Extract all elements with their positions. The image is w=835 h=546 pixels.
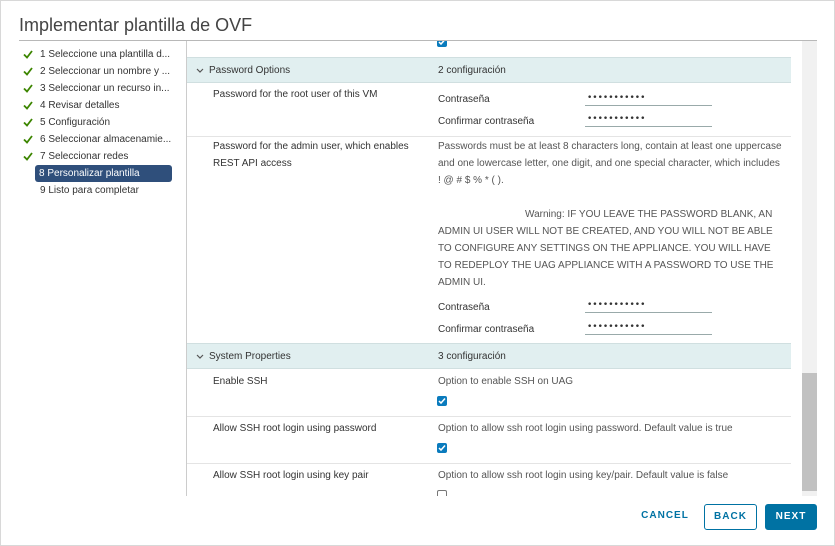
step-label: 7 Seleccionar redes xyxy=(40,151,129,162)
section-password-options[interactable]: Password Options 2 configuración xyxy=(187,57,791,83)
ssh-password-login-checkbox[interactable] xyxy=(437,443,447,453)
admin-password-field-label: Contraseña xyxy=(438,302,490,313)
admin-confirm-input[interactable]: ••••••••••• xyxy=(585,321,712,335)
step-2[interactable]: 2 Seleccionar un nombre y ... xyxy=(19,63,187,80)
chevron-down-icon xyxy=(196,58,206,95)
ssh-password-login-label: Allow SSH root login using password xyxy=(213,423,377,434)
ssh-keypair-login-desc: Option to allow ssh root login using key… xyxy=(438,470,729,481)
admin-password-rules: Passwords must be at least 8 characters … xyxy=(438,141,782,186)
section-title: Password Options xyxy=(209,65,291,76)
root-confirm-field-label: Confirmar contraseña xyxy=(438,116,535,127)
step-label: 9 Listo para completar xyxy=(40,185,139,196)
step-label: 1 Seleccione una plantilla d... xyxy=(40,49,171,60)
root-password-input[interactable]: ••••••••••• xyxy=(585,92,712,106)
root-password-label: Password for the root user of this VM xyxy=(213,89,378,100)
step-8-active[interactable]: 8 Personalizar plantilla xyxy=(35,165,172,182)
enable-ssh-checkbox[interactable] xyxy=(437,396,447,406)
step-9[interactable]: 9 Listo para completar xyxy=(19,182,187,199)
scrollbar-thumb[interactable] xyxy=(802,373,817,491)
checked-checkbox[interactable] xyxy=(437,41,447,47)
section-count: 2 configuración xyxy=(438,65,506,76)
admin-password-label: Password for the admin user, which enabl… xyxy=(213,141,409,169)
row-divider xyxy=(187,136,791,137)
check-icon xyxy=(23,148,35,165)
admin-password-warning: Warning: IF YOU LEAVE THE PASSWORD BLANK… xyxy=(438,209,774,288)
customize-template-panel: Password Options 2 configuración Passwor… xyxy=(187,41,791,496)
wizard-steps: 1 Seleccione una plantilla d... 2 Selecc… xyxy=(19,46,187,199)
dialog-title: Implementar plantilla de OVF xyxy=(19,15,253,35)
enable-ssh-desc: Option to enable SSH on UAG xyxy=(438,376,574,387)
check-icon xyxy=(23,80,35,97)
enable-ssh-label: Enable SSH xyxy=(213,376,268,387)
step-label: 4 Revisar detalles xyxy=(40,100,120,111)
step-4[interactable]: 4 Revisar detalles xyxy=(19,97,187,114)
section-system-properties[interactable]: System Properties 3 configuración xyxy=(187,343,791,369)
back-button[interactable]: BACK xyxy=(704,504,757,530)
section-count: 3 configuración xyxy=(438,351,506,362)
step-7[interactable]: 7 Seleccionar redes xyxy=(19,148,187,165)
row-divider xyxy=(187,416,791,417)
admin-password-input[interactable]: ••••••••••• xyxy=(585,299,712,313)
check-icon xyxy=(23,97,35,114)
step-label: 2 Seleccionar un nombre y ... xyxy=(40,66,171,77)
step-1[interactable]: 1 Seleccione una plantilla d... xyxy=(19,46,187,63)
step-label: 3 Seleccionar un recurso in... xyxy=(40,83,170,94)
step-label: 5 Configuración xyxy=(40,117,111,128)
root-password-field-label: Contraseña xyxy=(438,94,490,105)
step-5[interactable]: 5 Configuración xyxy=(19,114,187,131)
root-confirm-input[interactable]: ••••••••••• xyxy=(585,113,712,127)
step-label: 8 Personalizar plantilla xyxy=(39,168,140,179)
step-3[interactable]: 3 Seleccionar un recurso in... xyxy=(19,80,187,97)
check-icon xyxy=(23,63,35,80)
check-icon xyxy=(23,131,35,148)
step-6[interactable]: 6 Seleccionar almacenamie... xyxy=(19,131,187,148)
section-title: System Properties xyxy=(209,351,291,362)
check-icon xyxy=(23,114,35,131)
ssh-password-login-desc: Option to allow ssh root login using pas… xyxy=(438,423,733,434)
ssh-keypair-login-checkbox[interactable] xyxy=(437,490,447,496)
next-button[interactable]: NEXT xyxy=(765,504,817,530)
chevron-down-icon xyxy=(196,344,206,381)
deploy-ovf-dialog: Implementar plantilla de OVF 1 Seleccion… xyxy=(0,0,835,546)
step-label: 6 Seleccionar almacenamie... xyxy=(40,134,172,145)
check-icon xyxy=(23,46,35,63)
cancel-button[interactable]: CANCEL xyxy=(637,504,693,530)
ssh-keypair-login-label: Allow SSH root login using key pair xyxy=(213,470,369,481)
admin-confirm-field-label: Confirmar contraseña xyxy=(438,324,535,335)
row-divider xyxy=(187,463,791,464)
